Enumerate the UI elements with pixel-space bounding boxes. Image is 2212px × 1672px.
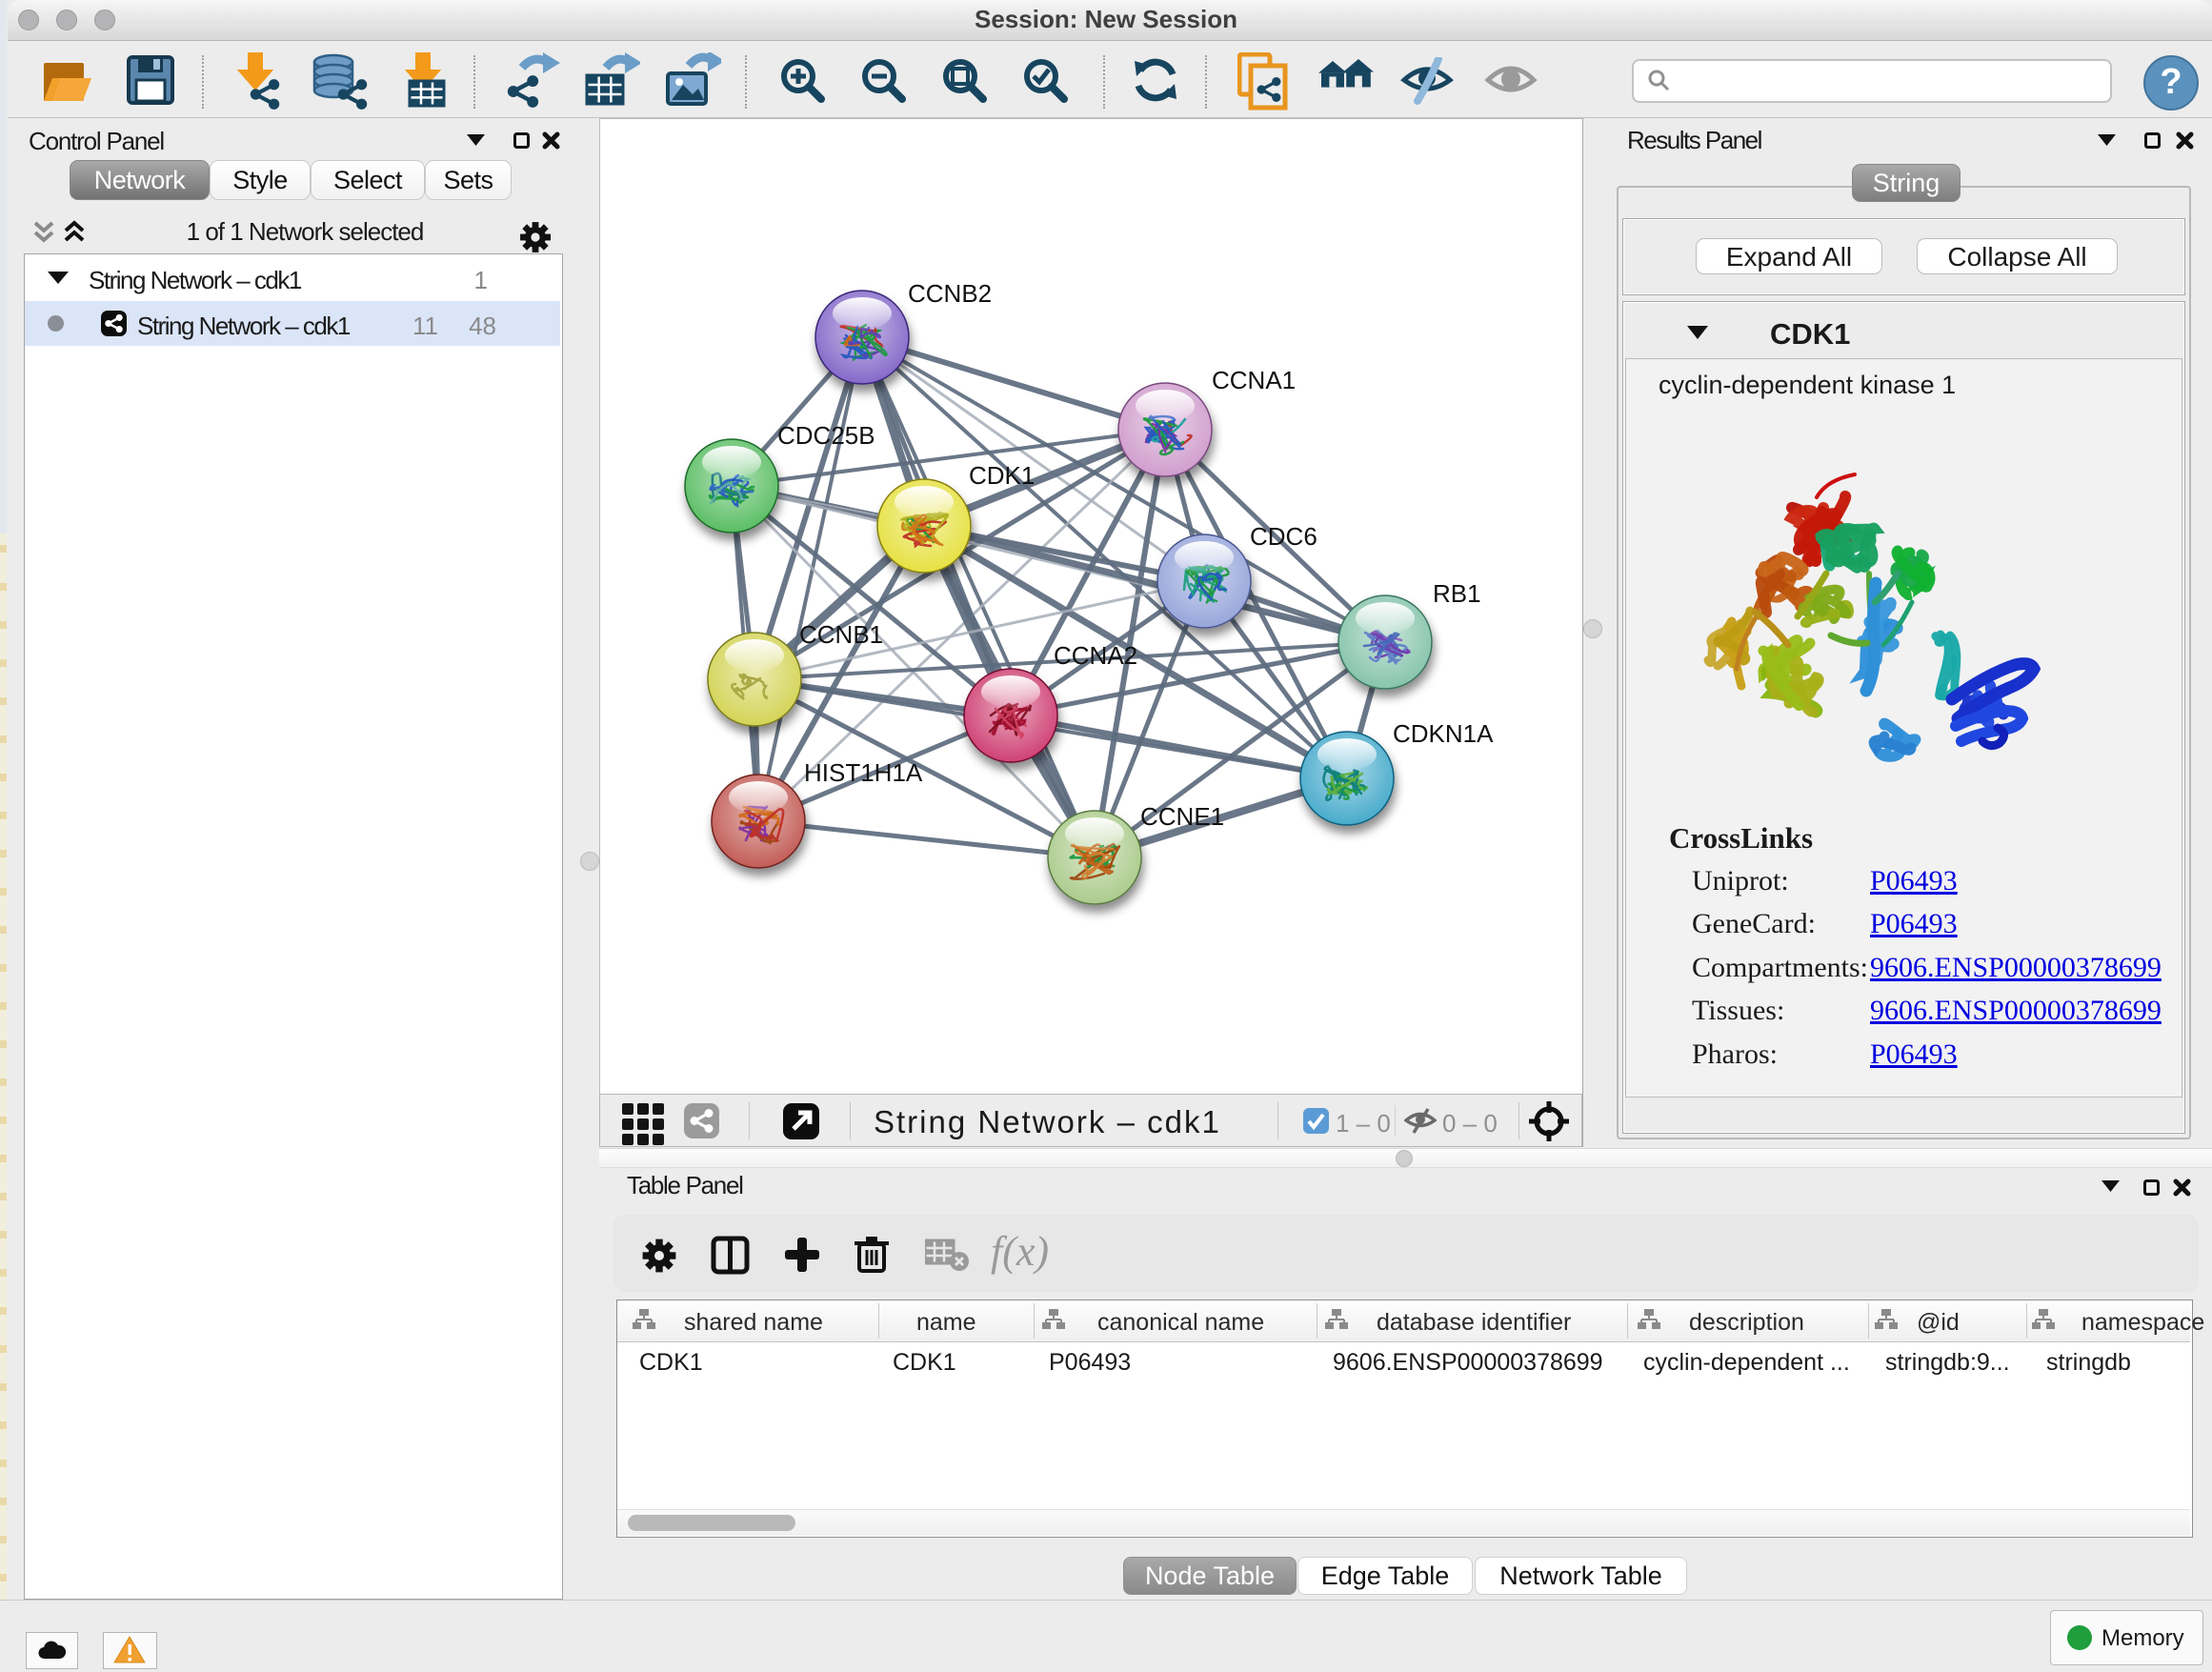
svg-text:CCNA2: CCNA2 [1054, 641, 1137, 670]
svg-text:CDKN1A: CDKN1A [1393, 719, 1494, 748]
svg-text:CDK1: CDK1 [969, 461, 1035, 490]
svg-text:CCNE1: CCNE1 [1140, 802, 1224, 831]
svg-text:CDC6: CDC6 [1250, 522, 1317, 551]
svg-text:HIST1H1A: HIST1H1A [804, 758, 923, 787]
svg-text:CDC25B: CDC25B [777, 421, 875, 450]
svg-text:CCNB2: CCNB2 [908, 279, 992, 308]
svg-text:CCNA1: CCNA1 [1212, 366, 1296, 394]
svg-text:CCNB1: CCNB1 [799, 620, 883, 649]
svg-text:RB1: RB1 [1433, 579, 1481, 608]
